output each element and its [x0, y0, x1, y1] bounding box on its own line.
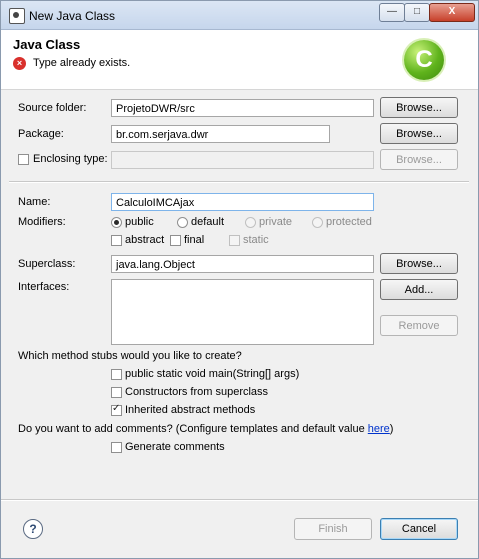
superclass-label: Superclass:	[18, 258, 76, 270]
title-bar: New Java Class — □ X	[1, 1, 478, 30]
source-folder-label: Source folder:	[18, 102, 87, 114]
java-class-logo-icon: C	[404, 40, 444, 80]
source-folder-browse-button[interactable]: Browse...	[380, 97, 458, 118]
generate-comments-checkbox[interactable]	[111, 442, 122, 453]
package-browse-button[interactable]: Browse...	[380, 123, 458, 144]
enclosing-type-browse-button: Browse...	[380, 149, 458, 170]
inherited-abstract-methods-label: Inherited abstract methods	[125, 404, 256, 416]
source-folder-input[interactable]: ProjetoDWR/src	[111, 99, 374, 117]
main-method-label: public static void main(String[] args)	[125, 368, 300, 380]
configure-templates-link[interactable]: here	[368, 423, 390, 435]
main-method-checkbox[interactable]	[111, 369, 122, 380]
modifier-final-label: final	[184, 234, 205, 246]
modifier-private-radio	[245, 217, 256, 228]
superclass-input[interactable]: java.lang.Object	[111, 255, 374, 273]
error-icon: ×	[13, 57, 26, 70]
minimize-button[interactable]: —	[379, 3, 405, 22]
new-java-class-dialog: New Java Class — □ X Java Class × Type a…	[0, 0, 479, 559]
generate-comments-label: Generate comments	[125, 441, 225, 453]
separator	[9, 181, 469, 183]
modifier-static-checkbox	[229, 235, 240, 246]
modifier-public-label: public	[125, 216, 154, 228]
finish-button: Finish	[294, 518, 372, 540]
wizard-header: Java Class × Type already exists. C	[1, 30, 478, 90]
help-icon[interactable]: ?	[23, 519, 43, 539]
modifier-protected-radio	[312, 217, 323, 228]
method-stubs-question: Which method stubs would you like to cre…	[18, 350, 242, 362]
modifier-default-radio[interactable]	[177, 217, 188, 228]
modifier-final-checkbox[interactable]	[170, 235, 181, 246]
modifiers-label: Modifiers:	[18, 216, 66, 228]
footer-separator	[1, 499, 478, 501]
modifier-static-label: static	[243, 234, 269, 246]
error-message: Type already exists.	[33, 57, 131, 69]
superclass-browse-button[interactable]: Browse...	[380, 253, 458, 274]
page-title: Java Class	[13, 37, 81, 52]
add-interface-button[interactable]: Add...	[380, 279, 458, 300]
constructors-checkbox[interactable]	[111, 387, 122, 398]
enclosing-type-input	[111, 151, 374, 169]
enclosing-type-label: Enclosing type:	[33, 153, 108, 165]
comments-question: Do you want to add comments? (Configure …	[18, 423, 393, 435]
modifier-public-radio[interactable]	[111, 217, 122, 228]
package-label: Package:	[18, 128, 64, 140]
package-input[interactable]: br.com.serjava.dwr	[111, 125, 330, 143]
inherited-abstract-methods-checkbox[interactable]	[111, 403, 122, 416]
constructors-label: Constructors from superclass	[125, 386, 269, 398]
name-input[interactable]: CalculoIMCAjax	[111, 193, 374, 211]
modifier-abstract-checkbox[interactable]	[111, 235, 122, 246]
interfaces-list[interactable]	[111, 279, 374, 345]
remove-interface-button: Remove	[380, 315, 458, 336]
enclosing-type-checkbox[interactable]	[18, 154, 29, 165]
maximize-button[interactable]: □	[404, 3, 430, 22]
window-title: New Java Class	[29, 9, 116, 23]
modifier-private-label: private	[259, 216, 293, 228]
name-label: Name:	[18, 196, 51, 208]
modifier-default-label: default	[191, 216, 225, 228]
interfaces-label: Interfaces:	[18, 281, 70, 293]
close-button[interactable]: X	[429, 3, 475, 22]
modifier-protected-label: protected	[326, 216, 372, 228]
comments-question-suffix: )	[389, 423, 394, 435]
eclipse-app-icon	[9, 8, 25, 24]
modifier-abstract-label: abstract	[125, 234, 165, 246]
cancel-button[interactable]: Cancel	[380, 518, 458, 540]
comments-question-text: Do you want to add comments? (Configure …	[18, 423, 368, 435]
